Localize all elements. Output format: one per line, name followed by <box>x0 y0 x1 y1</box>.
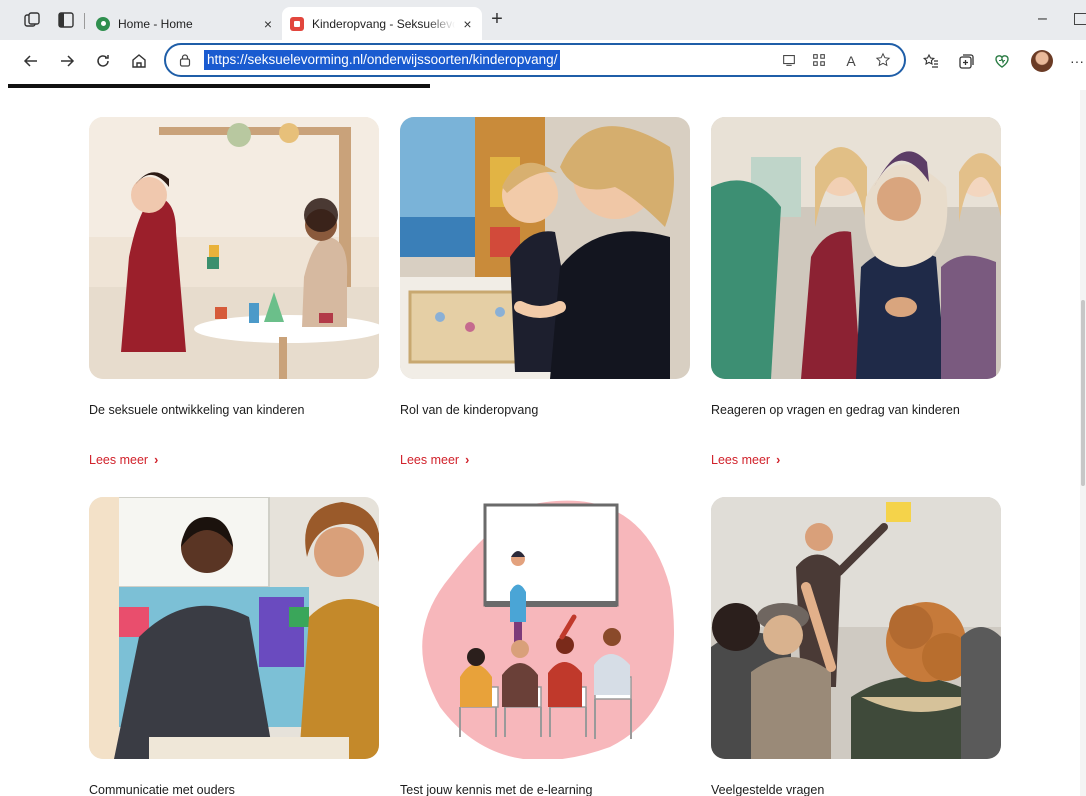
card-communicatie-ouders[interactable]: Communicatie met ouders <box>89 497 379 796</box>
lees-meer-link[interactable]: Lees meer › <box>400 453 469 467</box>
tab-close-button[interactable]: × <box>461 16 474 32</box>
lees-meer-link[interactable]: Lees meer › <box>89 453 158 467</box>
refresh-icon[interactable] <box>92 50 114 72</box>
chevron-right-icon: › <box>776 453 781 467</box>
card-title[interactable]: Veelgestelde vragen <box>711 783 824 796</box>
scrollbar-thumb[interactable] <box>1081 300 1085 486</box>
new-tab-button[interactable]: + <box>486 9 508 31</box>
card-image[interactable] <box>711 117 1001 379</box>
tab-actions-icon[interactable] <box>56 10 76 30</box>
home-icon[interactable] <box>128 50 150 72</box>
lock-icon[interactable] <box>178 53 192 67</box>
workspaces-icon[interactable] <box>22 10 42 30</box>
page-load-bar <box>8 84 430 88</box>
lees-meer-label: Lees meer <box>89 453 149 467</box>
chevron-right-icon: › <box>154 453 159 467</box>
minimize-button[interactable]: – <box>1038 10 1047 28</box>
restore-button[interactable] <box>1074 13 1086 25</box>
lees-meer-link[interactable]: Lees meer › <box>711 453 780 467</box>
card-image[interactable] <box>89 497 379 759</box>
immersive-reader-icon[interactable] <box>780 52 798 70</box>
card-image[interactable] <box>711 497 1001 759</box>
card-title[interactable]: Rol van de kinderopvang <box>400 403 538 417</box>
favorite-star-icon[interactable] <box>874 52 892 70</box>
tab-separator <box>84 13 85 29</box>
site-favicon-icon <box>96 16 110 31</box>
card-veelgestelde-vragen[interactable]: Veelgestelde vragen <box>711 497 1001 796</box>
browser-essentials-icon[interactable] <box>991 50 1013 72</box>
site-favicon-icon <box>290 16 304 31</box>
card-reageren-vragen[interactable]: Reageren op vragen en gedrag van kindere… <box>711 117 1001 467</box>
lees-meer-label: Lees meer <box>400 453 460 467</box>
more-icon[interactable]: ··· <box>1066 50 1086 72</box>
forward-icon[interactable] <box>56 50 78 72</box>
address-bar[interactable]: https://seksuelevorming.nl/onderwijssoor… <box>164 43 906 77</box>
card-title[interactable]: Communicatie met ouders <box>89 783 235 796</box>
card-image[interactable] <box>400 497 690 759</box>
favorites-icon[interactable] <box>920 50 942 72</box>
app-available-icon[interactable] <box>810 52 828 70</box>
tab-title: Home - Home <box>118 16 193 31</box>
card-e-learning[interactable]: Test jouw kennis met de e-learning <box>400 497 690 796</box>
tab-close-button[interactable]: × <box>260 16 276 32</box>
card-title[interactable]: De seksuele ontwikkeling van kinderen <box>89 403 304 417</box>
card-title[interactable]: Reageren op vragen en gedrag van kindere… <box>711 403 960 417</box>
back-icon[interactable] <box>20 50 42 72</box>
lees-meer-label: Lees meer <box>711 453 771 467</box>
navigation-bar: https://seksuelevorming.nl/onderwijssoor… <box>0 40 1086 82</box>
tab-kinderopvang[interactable]: Kinderopvang - Seksuelevorming × <box>282 7 482 40</box>
chevron-right-icon: › <box>465 453 470 467</box>
card-rol-kinderopvang[interactable]: Rol van de kinderopvang Lees meer › <box>400 117 690 467</box>
url-text[interactable]: https://seksuelevorming.nl/onderwijssoor… <box>204 50 561 70</box>
card-seksuele-ontwikkeling[interactable]: De seksuele ontwikkeling van kinderen Le… <box>89 117 379 467</box>
card-image[interactable] <box>89 117 379 379</box>
read-aloud-icon[interactable]: A <box>842 52 860 70</box>
card-title[interactable]: Test jouw kennis met de e-learning <box>400 783 592 796</box>
card-image[interactable] <box>400 117 690 379</box>
tab-home[interactable]: Home - Home × <box>88 7 284 40</box>
profile-avatar[interactable] <box>1031 50 1053 72</box>
collections-icon[interactable] <box>955 50 977 72</box>
tab-title: Kinderopvang - Seksuelevorming <box>312 16 455 31</box>
tab-strip: Home - Home × Kinderopvang - Seksuelevor… <box>0 0 1086 40</box>
